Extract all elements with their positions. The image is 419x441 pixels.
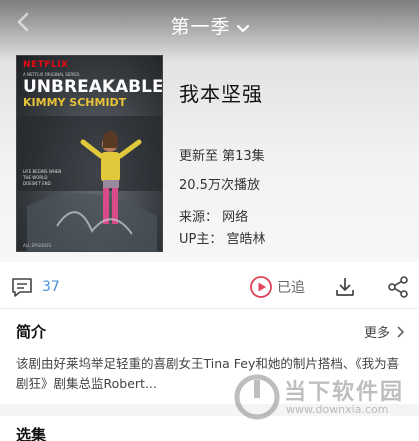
season-label: 第一季 xyxy=(170,16,231,38)
more-label: 更多 xyxy=(363,326,390,341)
poster-episodes: ALL EPISODES xyxy=(23,243,52,248)
watermark-url: www.downxia.com xyxy=(286,403,389,416)
download-button[interactable] xyxy=(333,275,357,299)
follow-button[interactable]: 已追 xyxy=(249,275,305,299)
poster-title-2: KIMMY SCHMIDT xyxy=(23,96,127,109)
chevron-right-icon xyxy=(397,325,404,338)
chevron-down-icon xyxy=(236,17,249,39)
download-icon xyxy=(336,278,354,296)
watermark-name: 当下软件园 xyxy=(284,380,405,405)
play-count: 20.5万次播放 xyxy=(179,178,260,193)
intro-heading: 简介 xyxy=(16,323,47,341)
uploader-info[interactable]: UP主： 宫皓林 xyxy=(179,228,266,247)
poster-image[interactable]: NETFLIX A NETFLIX ORIGINAL SERIES UNBREA… xyxy=(16,55,163,252)
divider xyxy=(0,308,419,309)
poster-title: UNBREAKABLE xyxy=(23,77,163,97)
comment-button[interactable]: 37 xyxy=(10,275,60,299)
comment-count: 37 xyxy=(42,279,60,295)
comment-icon xyxy=(12,278,32,297)
show-title: 我本坚强 xyxy=(179,82,263,106)
watermark: 当下软件园 www.downxia.com xyxy=(232,372,419,422)
share-button[interactable] xyxy=(386,275,410,299)
action-bar: 37 已追 xyxy=(0,271,419,305)
follow-icon xyxy=(250,276,272,298)
follow-label: 已追 xyxy=(277,280,305,296)
season-selector[interactable]: 第一季 xyxy=(0,12,419,39)
poster-brand: NETFLIX xyxy=(23,60,69,70)
poster-tagline: LIFE BEGINS WHEN THE WORLD DOESN'T END xyxy=(23,169,62,186)
watermark-logo-icon xyxy=(234,374,280,420)
update-status: 更新至 第13集 xyxy=(179,149,265,164)
intro-more-button[interactable]: 更多 xyxy=(364,322,407,341)
source-info: 来源： 网络 xyxy=(179,210,249,225)
episodes-heading: 选集 xyxy=(16,426,47,441)
share-icon xyxy=(388,276,408,298)
